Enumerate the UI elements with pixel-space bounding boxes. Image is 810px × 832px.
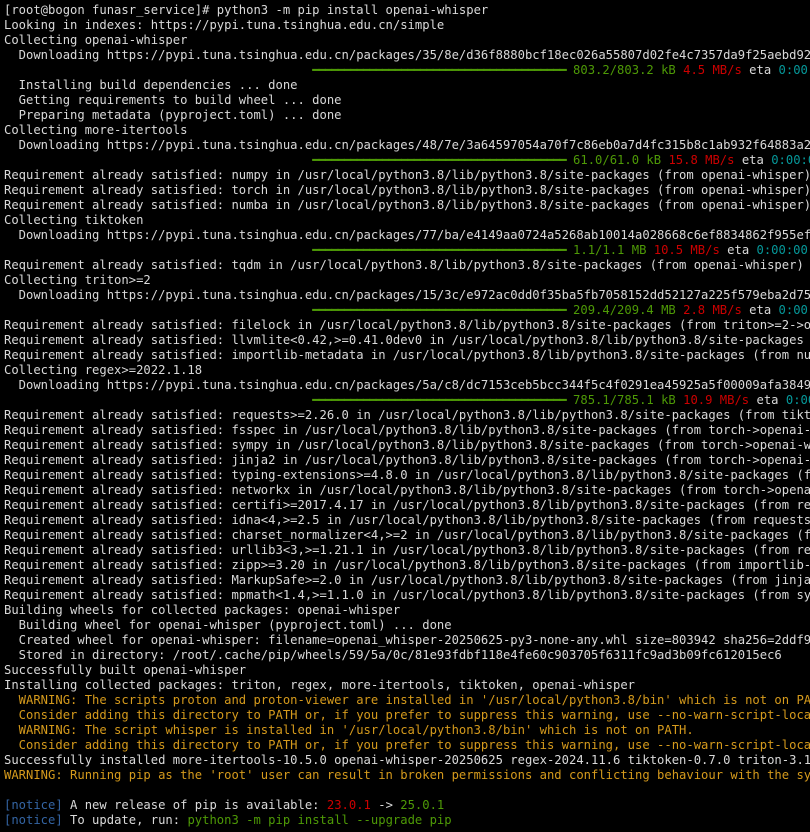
notice-text: To update, run: [62,813,188,827]
output-line: Downloading https://pypi.tuna.tsinghua.e… [4,48,810,62]
output-line: Collecting openai-whisper [4,33,188,47]
progress-indent [4,393,312,407]
output-line: Requirement already satisfied: networkx … [4,483,810,497]
upgrade-command: python3 -m pip install --upgrade pip [187,813,452,827]
output-line: Requirement already satisfied: tqdm in /… [4,258,810,272]
output-line: Building wheels for collected packages: … [4,603,401,617]
download-progress-line: ━━━━━━━━━━━━━━━━━━━━━━━━━━━━━━━━━━━━━━━━… [0,393,810,408]
download-speed: 4.5 MB/s [683,63,742,77]
notice-tag: [notice] [4,813,63,827]
download-progress-line: ━━━━━━━━━━━━━━━━━━━━━━━━━━━━━━━━━━━━━━━━… [0,303,810,318]
eta-value: 0:00:00 [756,243,808,257]
terminal-output: Looking in indexes: https://pypi.tuna.ts… [0,18,810,828]
output-line: Requirement already satisfied: fsspec in… [4,423,810,437]
output-line: Looking in indexes: https://pypi.tuna.ts… [4,18,445,32]
output-line: Requirement already satisfied: zipp>=3.2… [4,558,810,572]
eta-value: 0:00:00 [785,393,810,407]
warning-line: WARNING: Running pip as the 'root' user … [4,768,810,782]
eta-value: 0:00:00 [778,303,810,317]
progress-bar: ━━━━━━━━━━━━━━━━━━━━━━━━━━━━━━━━━━━━━━━━ [312,303,566,317]
output-line: Created wheel for openai-whisper: filena… [4,633,810,647]
output-line: Stored in directory: /root/.cache/pip/wh… [4,648,782,662]
output-line: Requirement already satisfied: charset_n… [4,528,810,542]
output-line: Installing build dependencies ... done [4,78,298,92]
eta-label: eta [749,63,772,77]
version-arrow: -> [370,798,401,812]
output-line: Requirement already satisfied: numba in … [4,198,810,212]
eta-label: eta [756,393,779,407]
download-speed: 10.5 MB/s [653,243,720,257]
output-line: Requirement already satisfied: certifi>=… [4,498,810,512]
pip-notice-version-line: [notice] A new release of pip is availab… [0,798,810,813]
output-line: Requirement already satisfied: typing-ex… [4,468,810,482]
output-line: Requirement already satisfied: importlib… [4,348,810,362]
warning-line: Consider adding this directory to PATH o… [4,708,810,722]
output-line: Downloading https://pypi.tuna.tsinghua.e… [4,378,810,392]
eta-value: 0:00:00 [771,153,810,167]
output-line: Requirement already satisfied: MarkupSaf… [4,573,810,587]
progress-bar: ━━━━━━━━━━━━━━━━━━━━━━━━━━━━━━━━━━━━━━━━ [312,393,566,407]
output-line: Requirement already satisfied: llvmlite<… [4,333,810,347]
output-line: Downloading https://pypi.tuna.tsinghua.e… [4,138,810,152]
output-line: Requirement already satisfied: jinja2 in… [4,453,810,467]
notice-text: A new release of pip is available: [62,798,327,812]
download-size: 61.0/61.0 kB [573,153,662,167]
pip-notice-update-line: [notice] To update, run: python3 -m pip … [0,813,810,828]
download-speed: 10.9 MB/s [683,393,750,407]
output-line: Downloading https://pypi.tuna.tsinghua.e… [4,288,810,302]
progress-bar: ━━━━━━━━━━━━━━━━━━━━━━━━━━━━━━━━━━━━━━━━ [312,153,566,167]
output-line: Installing collected packages: triton, r… [4,678,636,692]
output-line: Collecting tiktoken [4,213,144,227]
download-speed: 15.8 MB/s [668,153,735,167]
eta-label: eta [741,153,764,167]
progress-indent [4,63,312,77]
download-progress-line: ━━━━━━━━━━━━━━━━━━━━━━━━━━━━━━━━━━━━━━━━… [0,63,810,78]
progress-indent [4,243,312,257]
download-progress-line: ━━━━━━━━━━━━━━━━━━━━━━━━━━━━━━━━━━━━━━━━… [0,243,810,258]
progress-indent [4,153,312,167]
progress-indent [4,303,312,317]
output-line: Successfully built openai-whisper [4,663,247,677]
warning-line: WARNING: The scripts proton and proton-v… [4,693,810,707]
output-line: Requirement already satisfied: requests>… [4,408,810,422]
output-line: Requirement already satisfied: numpy in … [4,168,810,182]
eta-label: eta [727,243,750,257]
output-line: Requirement already satisfied: filelock … [4,318,810,332]
download-size: 1.1/1.1 MB [573,243,647,257]
warning-line: WARNING: The script whisper is installed… [4,723,694,737]
download-progress-line: ━━━━━━━━━━━━━━━━━━━━━━━━━━━━━━━━━━━━━━━━… [0,153,810,168]
notice-tag: [notice] [4,798,63,812]
progress-bar: ━━━━━━━━━━━━━━━━━━━━━━━━━━━━━━━━━━━━━━━━ [312,63,566,77]
output-line: Requirement already satisfied: sympy in … [4,438,810,452]
output-line: Collecting regex>=2022.1.18 [4,363,203,377]
output-line: Requirement already satisfied: idna<4,>=… [4,513,810,527]
output-line: Requirement already satisfied: mpmath<1.… [4,588,810,602]
output-line: Preparing metadata (pyproject.toml) ... … [4,108,342,122]
download-size: 803.2/803.2 kB [573,63,676,77]
download-size: 209.4/209.4 MB [573,303,676,317]
output-line: Collecting more-itertools [4,123,188,137]
output-line: Successfully installed more-itertools-10… [4,753,810,767]
download-size: 785.1/785.1 kB [573,393,676,407]
output-line: Downloading https://pypi.tuna.tsinghua.e… [4,228,810,242]
eta-label: eta [749,303,772,317]
download-speed: 2.8 MB/s [683,303,742,317]
terminal-window[interactable]: [root@bogon funasr_service]# python3 -m … [0,0,810,832]
output-line: Requirement already satisfied: torch in … [4,183,810,197]
warning-line: Consider adding this directory to PATH o… [4,738,810,752]
eta-value: 0:00:00 [778,63,810,77]
terminal-prompt-line: [root@bogon funasr_service]# python3 -m … [4,3,489,17]
output-line: Getting requirements to build wheel ... … [4,93,342,107]
current-pip-version: 23.0.1 [326,798,371,812]
output-line: Requirement already satisfied: urllib3<3… [4,543,810,557]
progress-bar: ━━━━━━━━━━━━━━━━━━━━━━━━━━━━━━━━━━━━━━━━ [312,243,566,257]
new-pip-version: 25.0.1 [400,798,445,812]
output-line: Collecting triton>=2 [4,273,151,287]
output-line: Building wheel for openai-whisper (pypro… [4,618,452,632]
